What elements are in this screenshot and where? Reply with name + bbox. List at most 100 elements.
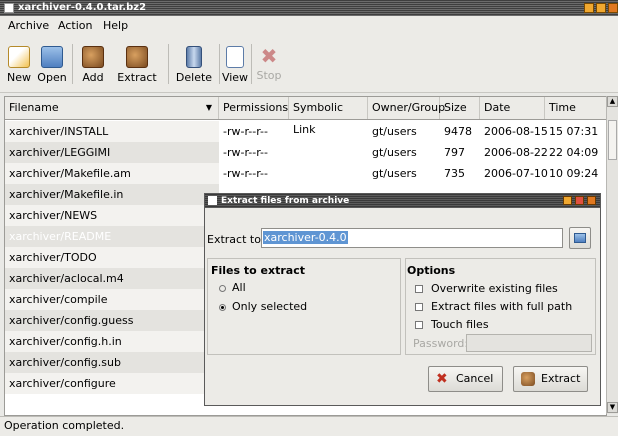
cell-name: xarchiver/compile — [5, 289, 219, 310]
radio-selected-icon — [219, 303, 226, 311]
dialog-window-icon — [208, 196, 217, 205]
extract-dialog: Extract files from archive Extract to: x… — [204, 193, 601, 406]
radio-selected-label: Only selected — [232, 300, 308, 313]
column-filename-label: Filename — [9, 101, 59, 114]
trash-icon — [186, 46, 202, 68]
vertical-scrollbar[interactable]: ▲ ▼ — [606, 96, 618, 414]
maximize-icon[interactable] — [596, 3, 606, 13]
view-label: View — [221, 71, 249, 84]
window-icon — [4, 3, 14, 13]
cell-name: xarchiver/config.h.in — [5, 331, 219, 352]
close-icon[interactable] — [608, 3, 618, 13]
cancel-button[interactable]: ✖ Cancel — [428, 366, 503, 392]
dialog-title: Extract files from archive — [221, 196, 350, 206]
column-symlink[interactable]: Symbolic Link — [289, 97, 368, 136]
menu-archive[interactable]: Archive — [8, 19, 49, 32]
toolbar-separator — [251, 44, 252, 84]
new-button[interactable]: New — [4, 38, 34, 90]
touch-label: Touch files — [431, 318, 489, 331]
extract-button[interactable]: Extract — [112, 38, 162, 90]
scroll-thumb[interactable] — [608, 120, 617, 160]
toolbar: New Open Add Extract Delete View ✖ Stop — [0, 36, 618, 93]
touch-check-icon — [415, 321, 423, 329]
view-button[interactable]: View — [221, 38, 249, 90]
cell-date: 2006-08-15 — [484, 125, 548, 138]
overwrite-checkbox[interactable]: Overwrite existing files — [415, 282, 558, 295]
column-date[interactable]: Date — [480, 97, 545, 119]
table-row[interactable]: xarchiver/LEGGIMI -rw-r--r-- gt/users 797 20… — [5, 142, 606, 163]
menu-help[interactable]: Help — [103, 19, 128, 32]
extract-to-value: xarchiver-0.4.0 — [263, 231, 348, 244]
cell-name: xarchiver/README — [5, 226, 219, 247]
delete-button[interactable]: Delete — [172, 38, 216, 90]
extract-label: Extract — [117, 71, 157, 84]
extract-to-input[interactable]: xarchiver-0.4.0 — [261, 228, 563, 248]
toolbar-separator — [72, 44, 73, 84]
cell-name: xarchiver/Makefile.in — [5, 184, 219, 205]
options-title: Options — [407, 264, 456, 277]
cell-time: 15 07:31 — [549, 125, 599, 138]
password-input[interactable] — [466, 334, 592, 352]
open-button[interactable]: Open — [36, 38, 68, 90]
files-to-extract-title: Files to extract — [211, 264, 305, 277]
browse-folder-button[interactable] — [569, 227, 591, 249]
add-label: Add — [82, 71, 104, 84]
table-row[interactable]: xarchiver/Makefile.am -rw-r--r-- gt/users 7… — [5, 163, 606, 184]
cell-name: xarchiver/NEWS — [5, 205, 219, 226]
dialog-close-icon[interactable] — [587, 196, 596, 205]
menu-bar: Archive Action Help — [0, 16, 618, 36]
column-time[interactable]: Time — [545, 97, 606, 119]
stop-label: Stop — [256, 69, 282, 82]
cell-name: xarchiver/LEGGIMI — [5, 142, 219, 163]
dialog-minimize-icon[interactable] — [563, 196, 572, 205]
cancel-label: Cancel — [456, 372, 494, 385]
fullpath-checkbox[interactable]: Extract files with full path — [415, 300, 572, 313]
minimize-icon[interactable] — [584, 3, 594, 13]
open-label: Open — [37, 71, 67, 84]
overwrite-label: Overwrite existing files — [431, 282, 558, 295]
extract-confirm-button[interactable]: Extract — [513, 366, 588, 392]
touch-checkbox[interactable]: Touch files — [415, 318, 489, 331]
scroll-up-icon[interactable]: ▲ — [607, 96, 618, 107]
cell-name: xarchiver/configure — [5, 373, 219, 394]
stop-icon: ✖ — [260, 44, 278, 68]
folder-icon — [574, 233, 586, 243]
column-owner[interactable]: Owner/Group — [368, 97, 445, 119]
table-row[interactable]: xarchiver/INSTALL -rw-r--r-- gt/users 9478 2… — [5, 121, 606, 142]
list-header: Filename ▼ Permissions Symbolic Link Own… — [5, 97, 606, 136]
extract-dialog-icon — [521, 372, 535, 386]
cell-size: 9478 — [444, 125, 472, 138]
cell-date: 2006-08-22 — [484, 146, 548, 159]
cell-perm: -rw-r--r-- — [223, 125, 268, 138]
cell-name: xarchiver/config.sub — [5, 352, 219, 373]
add-button[interactable]: Add — [76, 38, 110, 90]
cell-name: xarchiver/INSTALL — [5, 121, 219, 142]
cell-time: 22 04:09 — [549, 146, 599, 159]
stop-button[interactable]: ✖ Stop — [253, 38, 285, 90]
cell-size: 735 — [444, 167, 465, 180]
radio-all[interactable]: All — [219, 281, 246, 294]
column-permissions[interactable]: Permissions — [219, 97, 289, 119]
radio-all-icon — [219, 284, 226, 292]
column-filename[interactable]: Filename ▼ — [5, 97, 219, 119]
cell-name: xarchiver/aclocal.m4 — [5, 268, 219, 289]
status-bar: Operation completed. — [0, 416, 618, 436]
view-icon — [226, 46, 244, 68]
cell-name: xarchiver/Makefile.am — [5, 163, 219, 184]
scroll-down-icon[interactable]: ▼ — [607, 402, 618, 413]
cell-size: 797 — [444, 146, 465, 159]
cell-perm: -rw-r--r-- — [223, 167, 268, 180]
toolbar-separator — [219, 44, 220, 84]
column-size[interactable]: Size — [440, 97, 480, 119]
cell-owner: gt/users — [372, 167, 417, 180]
new-label: New — [7, 71, 31, 84]
window-title: xarchiver-0.4.0.tar.bz2 — [18, 2, 147, 13]
menu-action[interactable]: Action — [58, 19, 92, 32]
extract-icon — [126, 46, 148, 68]
toolbar-separator — [168, 44, 169, 84]
cell-date: 2006-07-10 — [484, 167, 548, 180]
dialog-maximize-icon[interactable] — [575, 196, 584, 205]
extract-confirm-label: Extract — [541, 372, 581, 385]
radio-only-selected[interactable]: Only selected — [219, 300, 307, 313]
password-label: Password: — [413, 337, 469, 350]
